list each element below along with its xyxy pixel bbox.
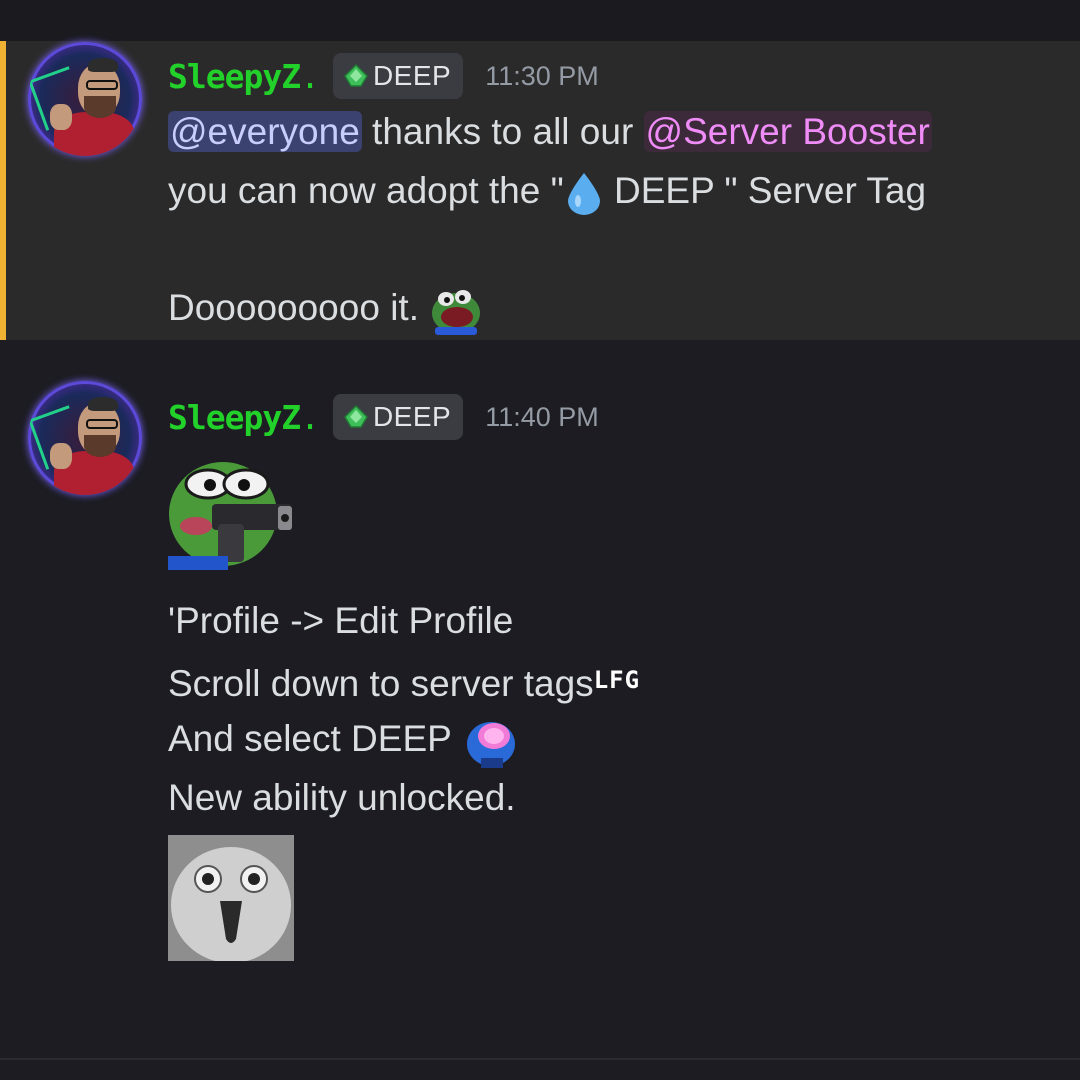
message-header: SleepyZ. DEEP 11:30 PM [168, 52, 599, 100]
timestamp[interactable]: 11:30 PM [485, 61, 599, 92]
owl-surprised-sticker[interactable] [168, 835, 294, 961]
message-line: 'Profile -> Edit Profile [168, 600, 514, 641]
username[interactable]: SleepyZ. [168, 398, 320, 437]
brain-emoji[interactable] [461, 714, 517, 769]
avatar[interactable] [28, 381, 142, 495]
message-line: And select DEEP [168, 710, 517, 769]
top-strip [0, 0, 1080, 41]
message-header: SleepyZ. DEEP 11:40 PM [168, 393, 599, 441]
message-line: you can now adopt the " DEEP " Server Ta… [168, 162, 926, 220]
username[interactable]: SleepyZ. [168, 57, 320, 96]
server-tag-badge[interactable]: DEEP [332, 53, 464, 99]
server-tag-label: DEEP [372, 60, 452, 91]
mention-highlight-bar [0, 41, 6, 340]
mention-everyone[interactable]: @everyone [168, 111, 362, 152]
message-line: Dooooooooo it. [168, 279, 483, 337]
pepe-gun-sticker[interactable] [168, 444, 294, 570]
timestamp[interactable]: 11:40 PM [485, 402, 599, 433]
server-tag-label: DEEP [372, 401, 452, 432]
lfg-emoji[interactable]: LFG [594, 666, 640, 694]
message-line: Scroll down to server tagsLFG [168, 663, 641, 704]
droplet-emoji[interactable] [564, 171, 604, 216]
avatar[interactable] [28, 42, 142, 156]
frog-laughing-emoji[interactable] [429, 283, 483, 337]
mention-role[interactable]: @Server Booster [643, 111, 932, 152]
server-tag-badge[interactable]: DEEP [332, 394, 464, 440]
bottom-strip [0, 1060, 1080, 1080]
green-gem-icon [344, 404, 368, 428]
message-line: @everyone thanks to all our @Server Boos… [168, 111, 932, 152]
green-gem-icon [344, 63, 368, 87]
message-line: New ability unlocked. [168, 777, 516, 818]
